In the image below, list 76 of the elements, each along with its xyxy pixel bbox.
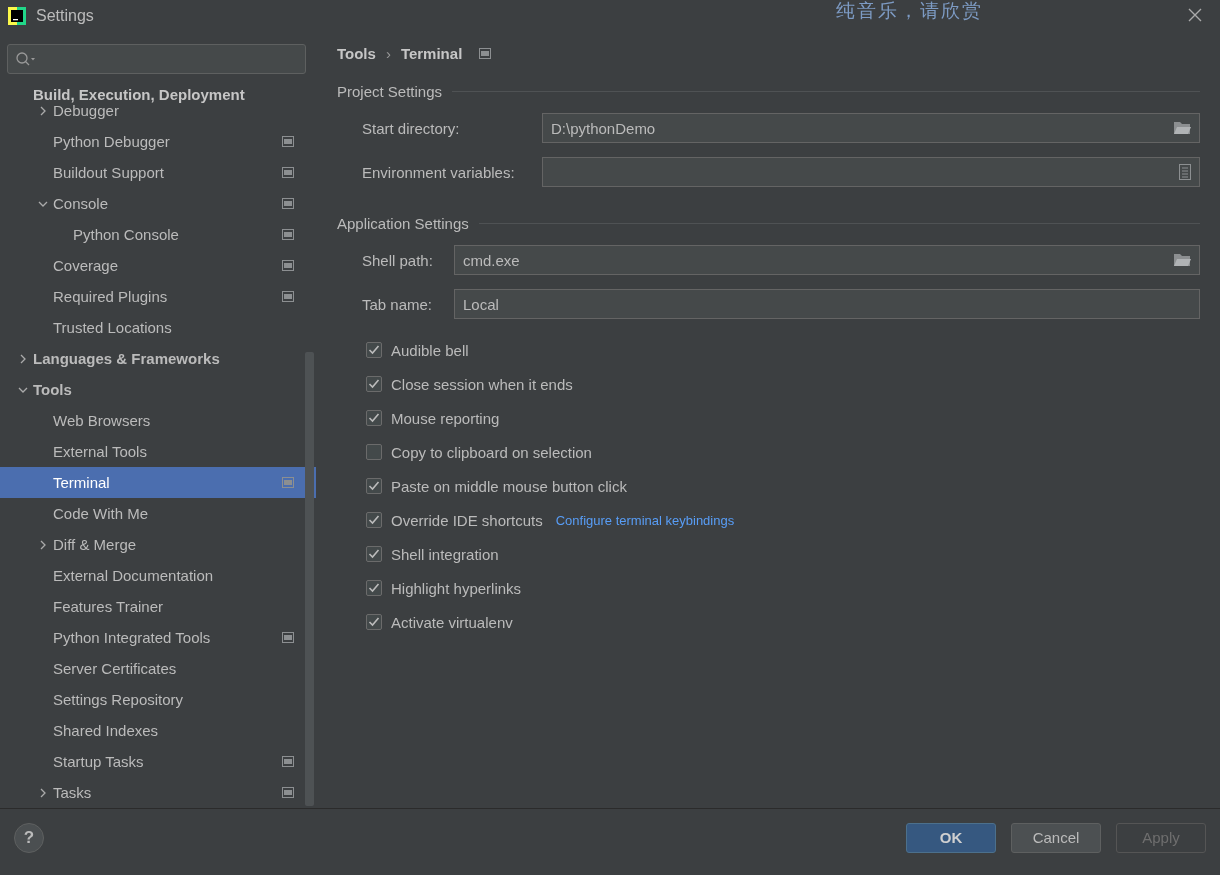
chevron-down-icon[interactable]: [18, 386, 28, 393]
tree-item[interactable]: External Documentation: [0, 560, 316, 591]
checkbox-label[interactable]: Close session when it ends: [391, 375, 573, 393]
tree-item[interactable]: Buildout Support: [0, 157, 316, 188]
input-field[interactable]: D:\pythonDemo: [542, 113, 1200, 143]
checkbox-label[interactable]: Shell integration: [391, 545, 499, 563]
tree-item[interactable]: Trusted Locations: [0, 312, 316, 343]
scrollbar-thumb[interactable]: [305, 352, 314, 806]
checkbox-label[interactable]: Copy to clipboard on selection: [391, 443, 592, 461]
tree-item[interactable]: Python Integrated Tools: [0, 622, 316, 653]
dialog-button[interactable]: OK: [906, 822, 996, 853]
chevron-down-icon[interactable]: [38, 200, 48, 207]
tree-item[interactable]: Shared Indexes: [0, 715, 316, 746]
checkbox-label[interactable]: Override IDE shortcuts: [391, 511, 543, 529]
section-title: Project Settings: [337, 82, 443, 100]
chevron-right-icon[interactable]: [20, 353, 26, 364]
checkbox[interactable]: [366, 512, 382, 528]
chevron-right-icon[interactable]: [40, 539, 46, 550]
field-label: Start directory:: [362, 119, 461, 137]
tree-item[interactable]: Python Debugger: [0, 126, 316, 157]
tree-item[interactable]: Tools: [0, 374, 316, 405]
tree-item[interactable]: Settings Repository: [0, 684, 316, 715]
breadcrumb-item: Terminal: [400, 44, 463, 62]
checkbox-label[interactable]: Highlight hyperlinks: [391, 579, 522, 597]
checkbox-label[interactable]: Mouse reporting: [391, 409, 500, 427]
checkbox[interactable]: [366, 444, 382, 460]
tree-item[interactable]: Diff & Merge: [0, 529, 316, 560]
section-title: Application Settings: [337, 214, 469, 232]
checkbox[interactable]: [366, 546, 382, 562]
dialog-button[interactable]: Cancel: [1011, 822, 1101, 853]
search-field[interactable]: [7, 44, 306, 74]
input-field[interactable]: Local: [454, 289, 1200, 319]
checkbox[interactable]: [366, 478, 382, 494]
tree-item[interactable]: Features Trainer: [0, 591, 316, 622]
field-label: Environment variables:: [362, 163, 516, 181]
checkbox-label[interactable]: Activate virtualenv: [391, 613, 513, 631]
tree-item[interactable]: Code With Me: [0, 498, 316, 529]
folder-icon[interactable]: [1173, 121, 1191, 135]
tree-item[interactable]: Python Console: [0, 219, 316, 250]
tree-item[interactable]: Languages & Frameworks: [0, 343, 316, 374]
app-logo-icon: [8, 7, 26, 25]
close-icon[interactable]: [1188, 8, 1202, 22]
keybindings-link[interactable]: Configure terminal keybindings: [555, 512, 735, 528]
tree-item[interactable]: Web Browsers: [0, 405, 316, 436]
window-title: Settings: [36, 7, 94, 25]
breadcrumb-item[interactable]: Tools: [337, 44, 376, 62]
input-field[interactable]: [542, 157, 1200, 187]
tree-item[interactable]: Coverage: [0, 250, 316, 281]
tree-item[interactable]: Terminal: [0, 467, 316, 498]
tree-item[interactable]: Debugger: [0, 104, 316, 126]
window-icon: [479, 47, 492, 59]
checkbox[interactable]: [366, 410, 382, 426]
field-label: Shell path:: [362, 251, 434, 269]
tree-item[interactable]: Tasks: [0, 777, 316, 808]
checkbox-label[interactable]: Paste on middle mouse button click: [391, 477, 627, 495]
input-field[interactable]: cmd.exe: [454, 245, 1200, 275]
tree-item[interactable]: External Tools: [0, 436, 316, 467]
search-icon: [16, 51, 36, 67]
checkbox[interactable]: [366, 614, 382, 630]
tree-item[interactable]: Server Certificates: [0, 653, 316, 684]
chevron-right-icon[interactable]: [40, 787, 46, 798]
help-button[interactable]: ?: [14, 822, 44, 853]
checkbox[interactable]: [366, 342, 382, 358]
breadcrumb-separator: ›: [385, 44, 391, 62]
checkbox[interactable]: [366, 580, 382, 596]
folder-icon[interactable]: [1173, 253, 1191, 267]
document-icon[interactable]: [1179, 164, 1191, 180]
overlay-lyrics: 纯音乐，请欣赏: [836, 0, 983, 23]
checkbox-label[interactable]: Audible bell: [391, 341, 469, 359]
tree-item[interactable]: Console: [0, 188, 316, 219]
group-header: Build, Execution, Deployment: [32, 85, 246, 104]
tree-item[interactable]: Required Plugins: [0, 281, 316, 312]
checkbox[interactable]: [366, 376, 382, 392]
tree-item[interactable]: Startup Tasks: [0, 746, 316, 777]
field-label: Tab name:: [362, 295, 434, 313]
chevron-right-icon[interactable]: [40, 105, 46, 116]
